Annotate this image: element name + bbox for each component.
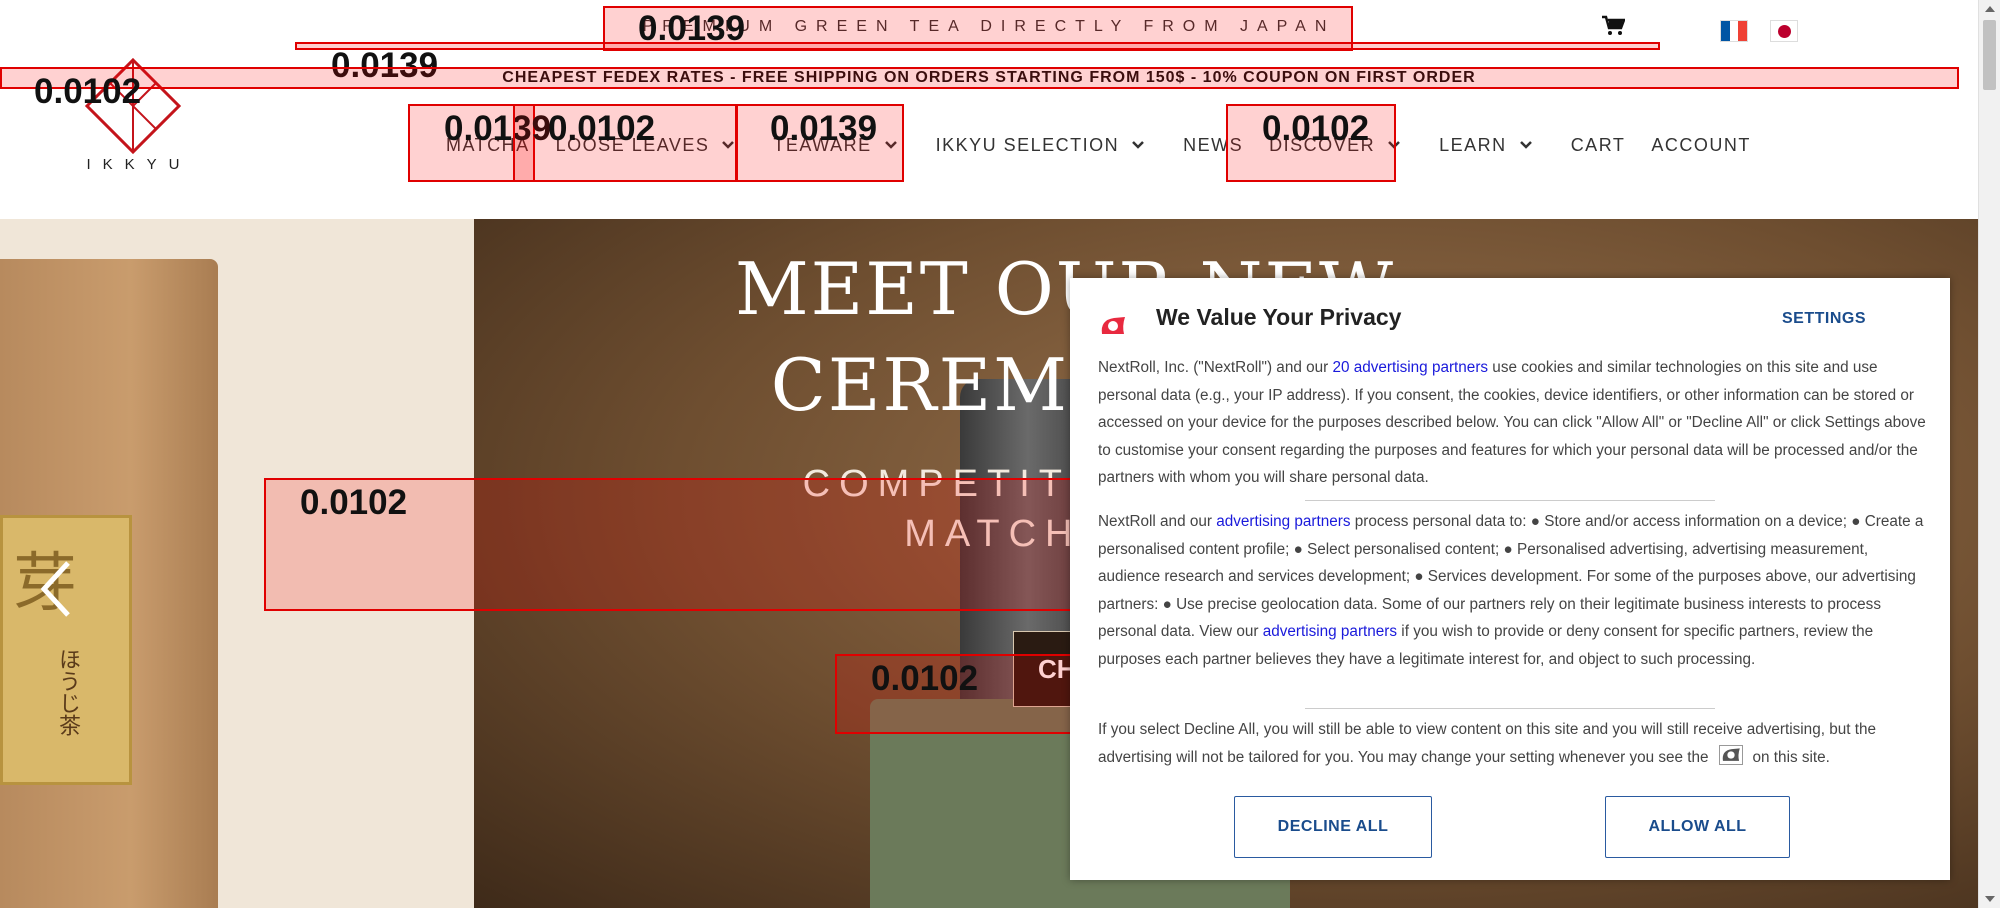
- flag-france-icon[interactable]: [1720, 20, 1748, 42]
- nav-cart-label: CART: [1570, 134, 1626, 155]
- advertising-partners-link[interactable]: advertising partners: [1216, 513, 1350, 530]
- consent-text: NextRoll, Inc. ("NextRoll") and our: [1098, 359, 1333, 376]
- overlay-score: 0.0102: [548, 109, 656, 148]
- divider: [1305, 708, 1715, 709]
- overlay-score: 0.0139: [770, 109, 878, 148]
- overlay-score: 0.0102: [34, 72, 142, 111]
- advertising-partners-link[interactable]: advertising partners: [1263, 623, 1397, 640]
- nextroll-logo-icon: [1101, 317, 1125, 334]
- tea-bag-image: 芽 ほうじ茶: [0, 259, 218, 908]
- nav-account-label: ACCOUNT: [1651, 134, 1751, 155]
- page-scrollbar[interactable]: [1978, 0, 2000, 908]
- consent-text: on this site.: [1752, 748, 1830, 766]
- overlay-score: 0.0102: [871, 659, 979, 698]
- allow-all-button[interactable]: ALLOW ALL: [1605, 796, 1790, 858]
- divider: [1305, 500, 1715, 501]
- overlay-box: [0, 67, 1959, 89]
- advertising-partners-link[interactable]: 20 advertising partners: [1332, 359, 1488, 376]
- chevron-left-icon[interactable]: [36, 559, 76, 619]
- nav-cart[interactable]: CART: [1571, 135, 1626, 156]
- tea-bag-label: 芽 ほうじ茶: [0, 515, 132, 785]
- settings-button[interactable]: SETTINGS: [1782, 310, 1866, 328]
- nav-learn-label: LEARN: [1439, 134, 1507, 155]
- page: PREMIUM GREEN TEA DIRECTLY FROM JAPAN CH…: [0, 0, 1978, 908]
- consent-paragraph-2: NextRoll and our advertising partners pr…: [1098, 508, 1930, 673]
- privacy-consent-dialog: We Value Your Privacy SETTINGS NextRoll,…: [1070, 278, 1950, 880]
- overlay-box: [295, 42, 1660, 50]
- cart-icon[interactable]: [1601, 15, 1625, 37]
- nav-learn[interactable]: LEARN: [1439, 135, 1533, 156]
- consent-title: We Value Your Privacy: [1156, 304, 1402, 330]
- logo-text: IKKYU: [86, 156, 192, 173]
- scroll-up-icon[interactable]: [1985, 6, 1995, 12]
- scroll-thumb[interactable]: [1983, 20, 1996, 90]
- scroll-down-icon[interactable]: [1985, 896, 1995, 902]
- chevron-down-icon: [1132, 141, 1145, 149]
- nav-ikkyu-selection[interactable]: IKKYU SELECTION: [936, 135, 1146, 156]
- consent-paragraph-1: NextRoll, Inc. ("NextRoll") and our 20 a…: [1098, 354, 1930, 492]
- nextroll-settings-icon[interactable]: [1718, 745, 1743, 766]
- chevron-down-icon: [1519, 141, 1532, 149]
- consent-text: NextRoll and our: [1098, 513, 1217, 530]
- consent-text: use cookies and similar technologies on …: [1098, 359, 1926, 486]
- consent-paragraph-3: If you select Decline All, you will stil…: [1098, 716, 1930, 771]
- bag-text: ほうじ茶: [55, 648, 80, 736]
- consent-text: process personal data to: ● Store and/or…: [1098, 513, 1924, 640]
- flag-japan-icon[interactable]: [1770, 20, 1798, 42]
- decline-all-button[interactable]: DECLINE ALL: [1234, 796, 1432, 858]
- overlay-score: 0.0102: [1262, 109, 1370, 148]
- nav-ikkyu-selection-label: IKKYU SELECTION: [935, 134, 1120, 155]
- nav-account[interactable]: ACCOUNT: [1651, 135, 1751, 156]
- overlay-score: 0.0102: [300, 483, 408, 522]
